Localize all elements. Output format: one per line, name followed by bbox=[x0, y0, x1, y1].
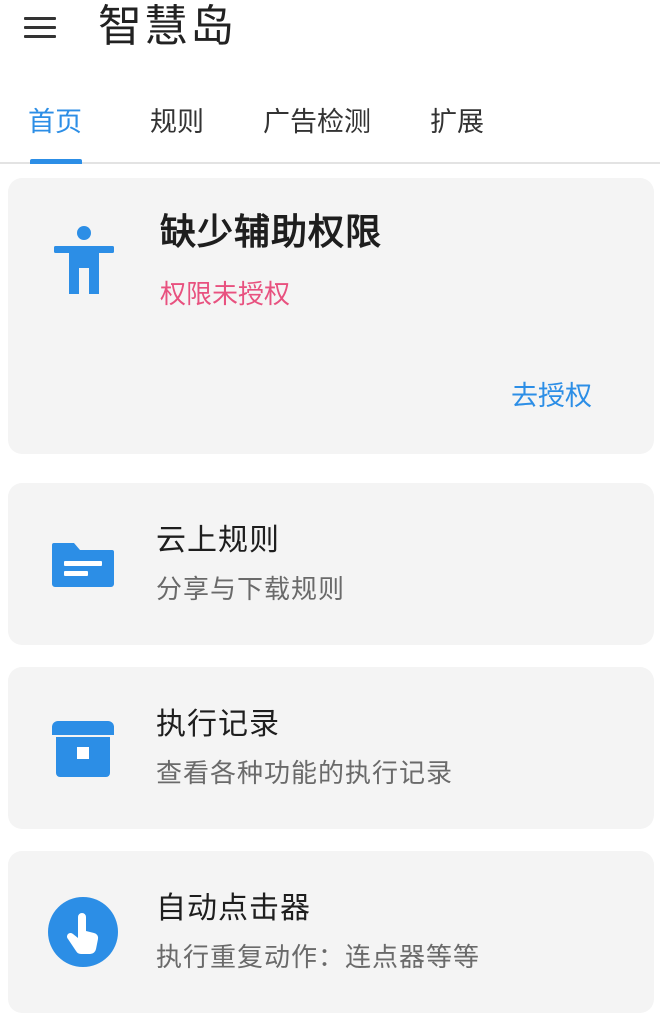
accessibility-icon bbox=[54, 226, 114, 294]
cloud-rules-subtitle: 分享与下载规则 bbox=[156, 575, 346, 605]
tab-indicator bbox=[30, 159, 82, 164]
tab-extensions[interactable]: 扩展 bbox=[430, 106, 484, 140]
archive-icon bbox=[52, 721, 114, 777]
menu-icon-bar bbox=[24, 34, 56, 38]
tab-bar: 首页 规则 广告检测 扩展 bbox=[0, 92, 660, 164]
cloud-rules-title: 云上规则 bbox=[156, 523, 280, 558]
tab-rules[interactable]: 规则 bbox=[150, 106, 204, 140]
permission-card: 缺少辅助权限 权限未授权 去授权 bbox=[8, 178, 654, 454]
auto-clicker-card[interactable]: 自动点击器 执行重复动作：连点器等等 bbox=[8, 851, 654, 1013]
permission-title: 缺少辅助权限 bbox=[160, 212, 383, 253]
execution-records-card[interactable]: 执行记录 查看各种功能的执行记录 bbox=[8, 667, 654, 829]
tab-home[interactable]: 首页 bbox=[28, 106, 82, 140]
execution-records-title: 执行记录 bbox=[156, 707, 280, 742]
menu-button[interactable] bbox=[24, 12, 60, 42]
menu-icon bbox=[24, 16, 56, 20]
auto-clicker-title: 自动点击器 bbox=[156, 891, 311, 926]
tab-ad-detection[interactable]: 广告检测 bbox=[263, 106, 371, 140]
touch-icon bbox=[48, 897, 118, 967]
auto-clicker-subtitle: 执行重复动作：连点器等等 bbox=[156, 943, 481, 973]
folder-icon bbox=[52, 543, 114, 587]
authorize-button[interactable]: 去授权 bbox=[511, 380, 592, 414]
cloud-rules-card[interactable]: 云上规则 分享与下载规则 bbox=[8, 483, 654, 645]
execution-records-subtitle: 查看各种功能的执行记录 bbox=[156, 759, 454, 789]
permission-status: 权限未授权 bbox=[160, 280, 291, 310]
app-title: 智慧岛 bbox=[98, 1, 236, 52]
app-bar: 智慧岛 bbox=[0, 0, 660, 60]
menu-icon-bar bbox=[24, 25, 56, 29]
